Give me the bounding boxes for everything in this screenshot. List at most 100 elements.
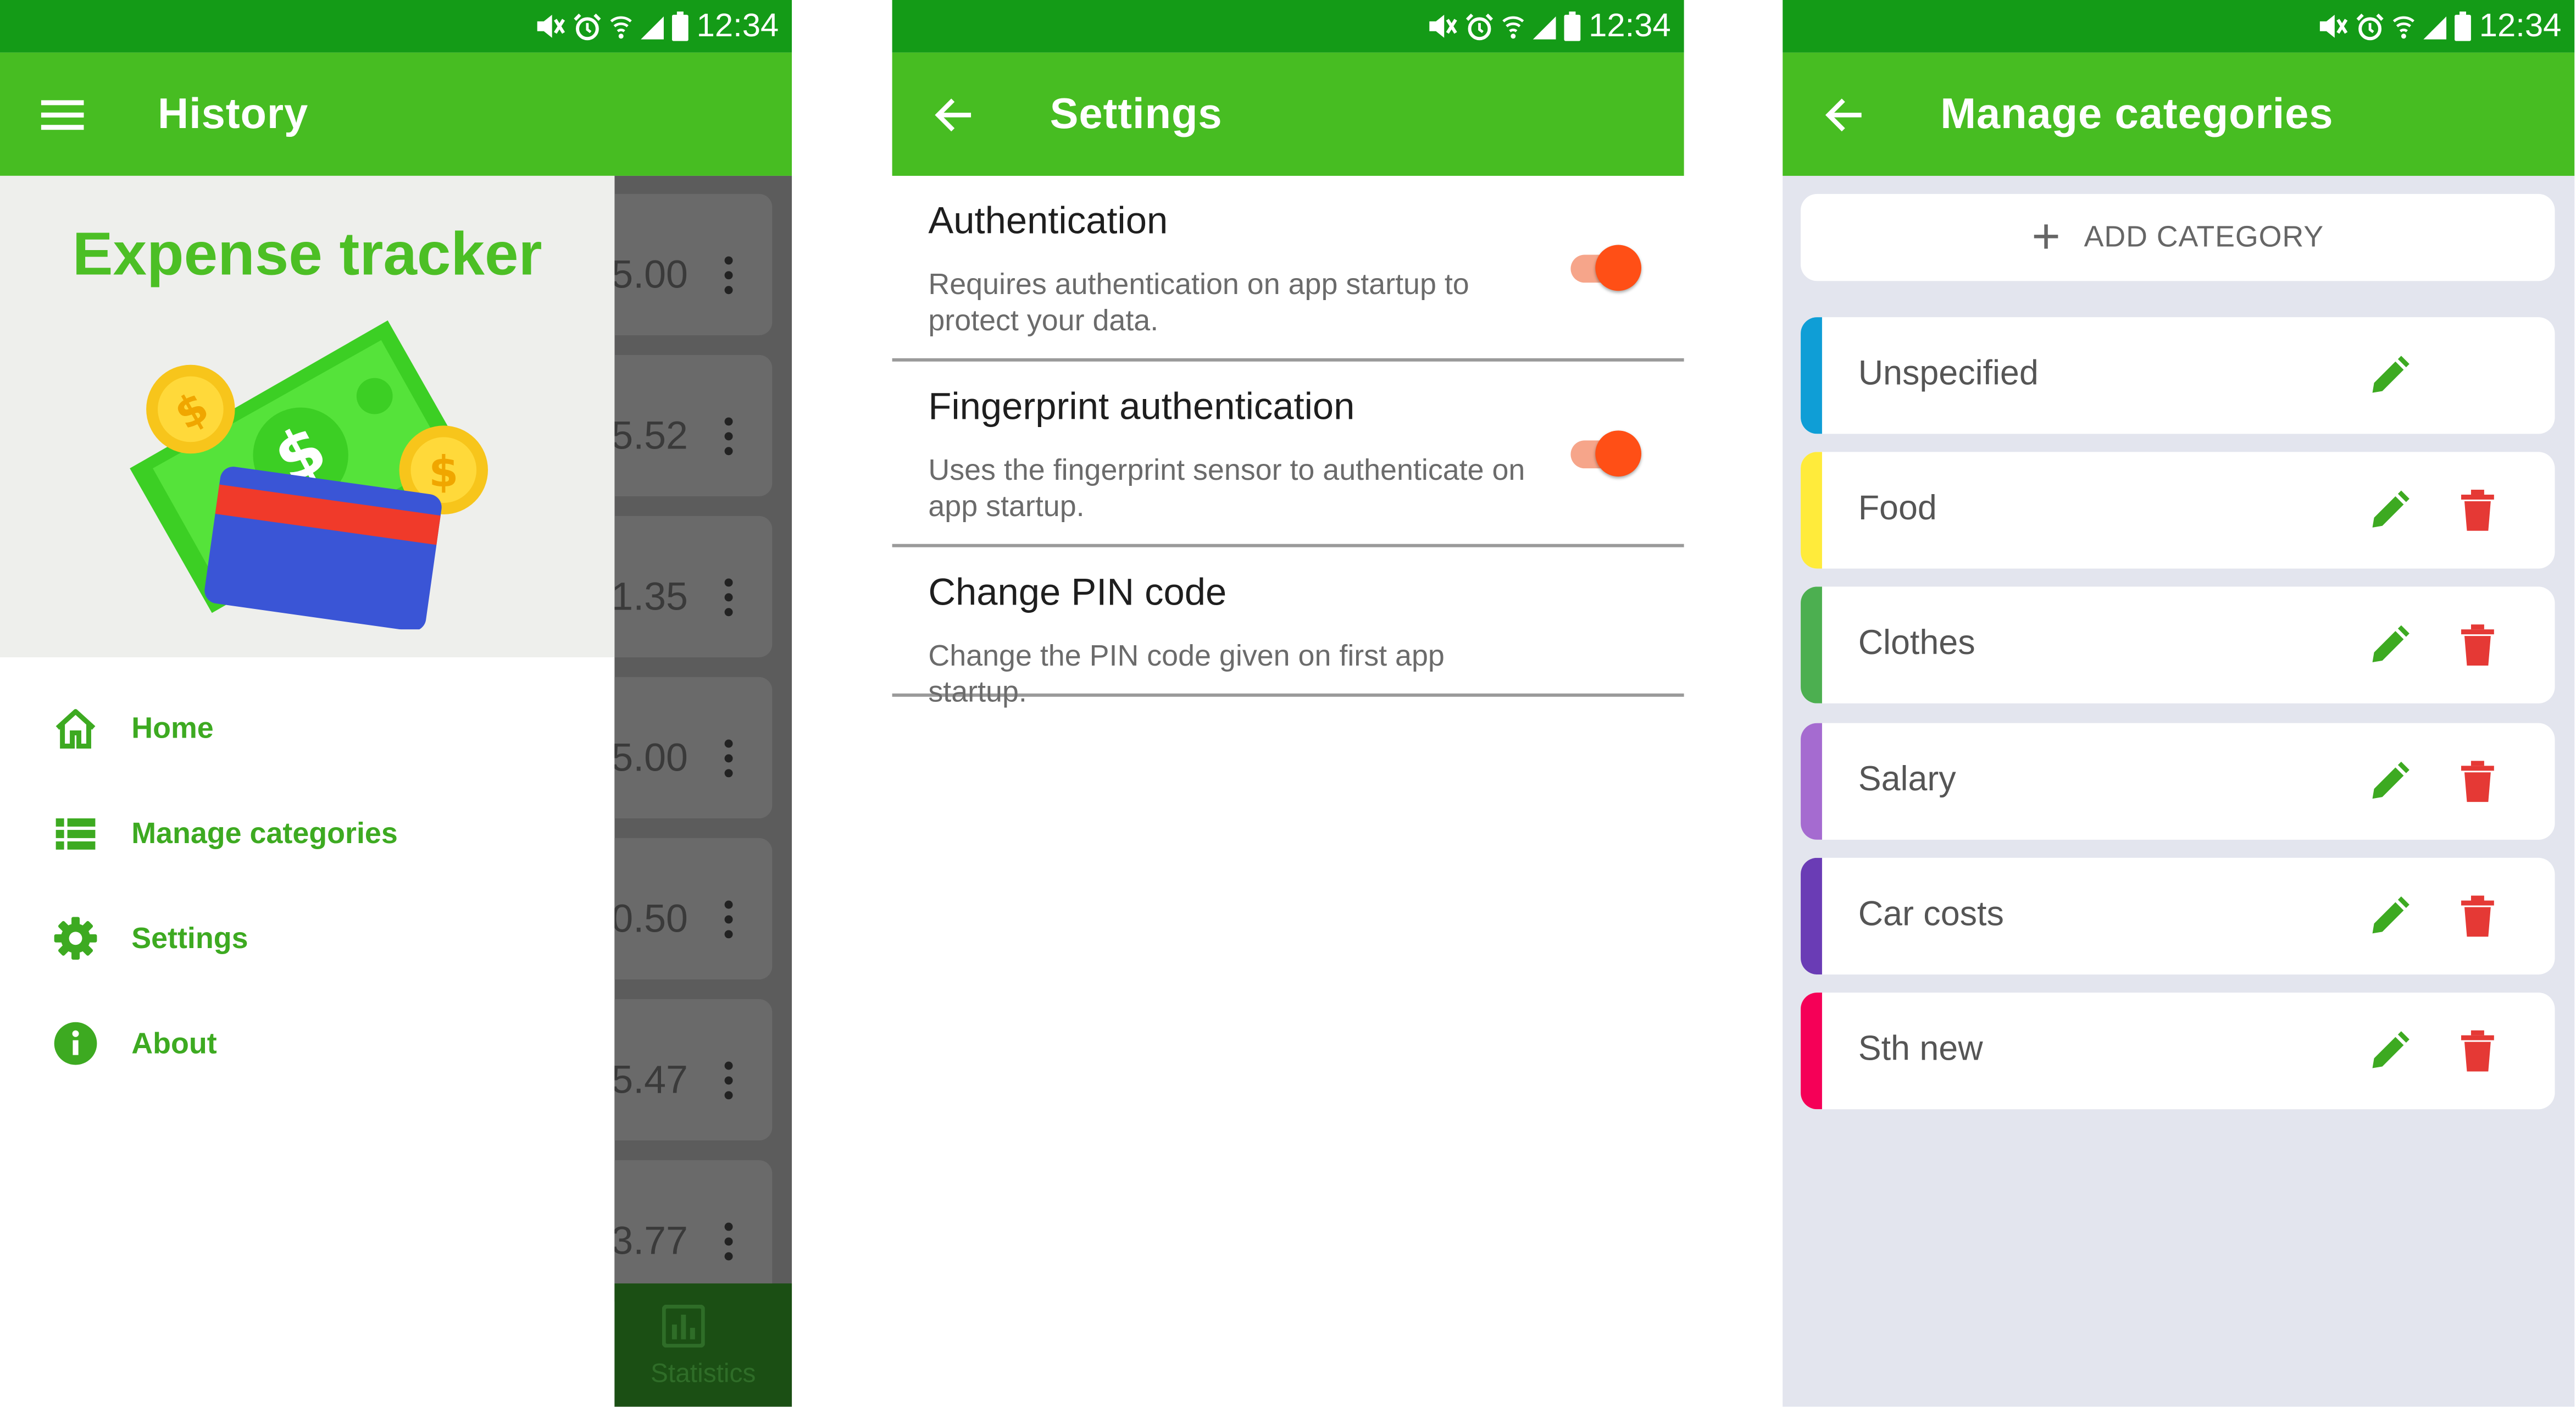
plus-icon: + bbox=[2031, 209, 2061, 264]
info-icon bbox=[49, 1017, 102, 1070]
delete-icon[interactable] bbox=[2458, 894, 2497, 940]
more-icon[interactable] bbox=[724, 256, 735, 301]
signal-icon bbox=[2423, 16, 2446, 40]
page-title: History bbox=[158, 88, 309, 139]
list-icon bbox=[49, 807, 102, 860]
add-category-label: ADD CATEGORY bbox=[2084, 220, 2324, 253]
money-card-illustration: $ $ $ bbox=[130, 320, 488, 630]
authentication-toggle[interactable] bbox=[1567, 243, 1643, 293]
edit-icon[interactable] bbox=[2366, 488, 2412, 534]
status-bar: 12:34 bbox=[0, 0, 792, 53]
history-item[interactable]: 3.77 bbox=[588, 1160, 773, 1302]
more-icon[interactable] bbox=[724, 578, 735, 623]
signal-icon bbox=[1533, 16, 1556, 40]
arrow-back-icon bbox=[935, 97, 971, 131]
history-item[interactable]: 5.00 bbox=[588, 677, 773, 819]
status-time: 12:34 bbox=[1589, 7, 1671, 44]
category-item[interactable]: Car costs bbox=[1801, 857, 2555, 975]
history-amount: 1.35 bbox=[611, 575, 688, 620]
category-color-stripe bbox=[1801, 317, 1822, 434]
mute-icon bbox=[537, 14, 565, 38]
delete-icon[interactable] bbox=[2458, 759, 2497, 805]
status-bar: 12:34 bbox=[892, 0, 1684, 53]
menu-button[interactable] bbox=[0, 53, 125, 176]
category-color-stripe bbox=[1801, 452, 1822, 569]
history-item[interactable]: 5.52 bbox=[588, 354, 773, 496]
category-item[interactable]: Food bbox=[1801, 452, 2555, 569]
history-item[interactable]: 1.35 bbox=[588, 516, 773, 657]
pref-fingerprint[interactable]: Fingerprint authentication Uses the fing… bbox=[892, 362, 1684, 547]
wifi-icon bbox=[610, 15, 632, 38]
pref-title: Authentication bbox=[928, 198, 1168, 242]
more-icon[interactable] bbox=[724, 739, 735, 784]
history-item[interactable]: 5.47 bbox=[588, 999, 773, 1141]
more-icon[interactable] bbox=[724, 1222, 735, 1267]
history-screen: 12:34 History 5.00 5.52 1.35 5.00 0.50 5… bbox=[0, 0, 792, 1407]
history-amount: 5.47 bbox=[611, 1058, 688, 1103]
mute-icon bbox=[2319, 14, 2348, 38]
menu-item-manage-categories[interactable]: Manage categories bbox=[49, 807, 398, 860]
more-icon[interactable] bbox=[724, 900, 735, 945]
delete-icon[interactable] bbox=[2458, 1029, 2497, 1075]
category-name: Car costs bbox=[1858, 895, 2004, 934]
edit-icon[interactable] bbox=[2366, 353, 2412, 400]
history-item[interactable]: 5.00 bbox=[588, 193, 773, 335]
category-name: Sth new bbox=[1858, 1030, 1983, 1068]
more-icon[interactable] bbox=[724, 417, 735, 462]
home-icon bbox=[49, 702, 102, 755]
menu-item-about[interactable]: About bbox=[49, 1017, 217, 1070]
category-name: Unspecified bbox=[1858, 354, 2039, 393]
category-name: Salary bbox=[1858, 761, 1956, 799]
menu-item-label: Home bbox=[131, 711, 214, 744]
battery-icon bbox=[2454, 11, 2471, 41]
menu-item-label: Manage categories bbox=[131, 816, 398, 849]
app-name: Expense tracker bbox=[72, 220, 542, 288]
delete-icon[interactable] bbox=[2458, 488, 2497, 534]
pref-change-pin[interactable]: Change PIN code Change the PIN code give… bbox=[892, 547, 1684, 708]
more-icon[interactable] bbox=[724, 1061, 735, 1106]
edit-icon[interactable] bbox=[2366, 1029, 2412, 1075]
page-title: Manage categories bbox=[1940, 88, 2334, 139]
category-item[interactable]: Salary bbox=[1801, 723, 2555, 840]
back-button[interactable] bbox=[1783, 53, 1907, 176]
menu-item-label: Settings bbox=[131, 921, 248, 954]
drawer-header: Expense tracker $ $ $ bbox=[0, 175, 615, 657]
svg-text:$: $ bbox=[429, 447, 458, 497]
category-color-stripe bbox=[1801, 586, 1822, 704]
back-button[interactable] bbox=[892, 53, 1017, 176]
settings-screen: 12:34 Settings Authentication Requires a… bbox=[892, 0, 1684, 1407]
category-item[interactable]: Sth new bbox=[1801, 992, 2555, 1110]
edit-icon[interactable] bbox=[2366, 759, 2412, 805]
edit-icon[interactable] bbox=[2366, 894, 2412, 940]
status-bar: 12:34 bbox=[1783, 0, 2575, 53]
status-time: 12:34 bbox=[2479, 7, 2562, 44]
page-title: Settings bbox=[1050, 88, 1223, 139]
hamburger-icon bbox=[41, 99, 84, 129]
alarm-icon bbox=[2356, 13, 2384, 40]
fingerprint-toggle[interactable] bbox=[1567, 429, 1643, 478]
category-item[interactable]: Clothes bbox=[1801, 586, 2555, 704]
edit-icon[interactable] bbox=[2366, 623, 2412, 669]
history-amount: 3.77 bbox=[611, 1219, 688, 1264]
category-color-stripe bbox=[1801, 857, 1822, 975]
pref-title: Fingerprint authentication bbox=[928, 384, 1355, 428]
category-item[interactable]: Unspecified bbox=[1801, 317, 2555, 434]
bottom-nav-statistics[interactable]: Statistics bbox=[614, 1283, 792, 1407]
app-bar: Settings bbox=[892, 52, 1684, 176]
pref-authentication[interactable]: Authentication Requires authentication o… bbox=[892, 176, 1684, 362]
add-category-button[interactable]: + ADD CATEGORY bbox=[1801, 193, 2555, 281]
history-item[interactable]: 0.50 bbox=[588, 838, 773, 980]
menu-item-settings[interactable]: Settings bbox=[49, 912, 248, 965]
category-name: Clothes bbox=[1858, 624, 1975, 662]
signal-icon bbox=[640, 16, 664, 40]
pref-title: Change PIN code bbox=[928, 570, 1227, 613]
menu-item-home[interactable]: Home bbox=[49, 702, 214, 755]
history-amount: 5.52 bbox=[611, 414, 688, 459]
history-amount: 5.00 bbox=[611, 736, 688, 781]
app-bar: Manage categories bbox=[1783, 52, 2575, 176]
history-amount: 5.00 bbox=[611, 253, 688, 298]
wifi-icon bbox=[1502, 15, 1524, 38]
battery-icon bbox=[1564, 11, 1581, 41]
navigation-drawer: Expense tracker $ $ $ Home Manage catego… bbox=[0, 175, 615, 1407]
delete-icon[interactable] bbox=[2458, 623, 2497, 669]
